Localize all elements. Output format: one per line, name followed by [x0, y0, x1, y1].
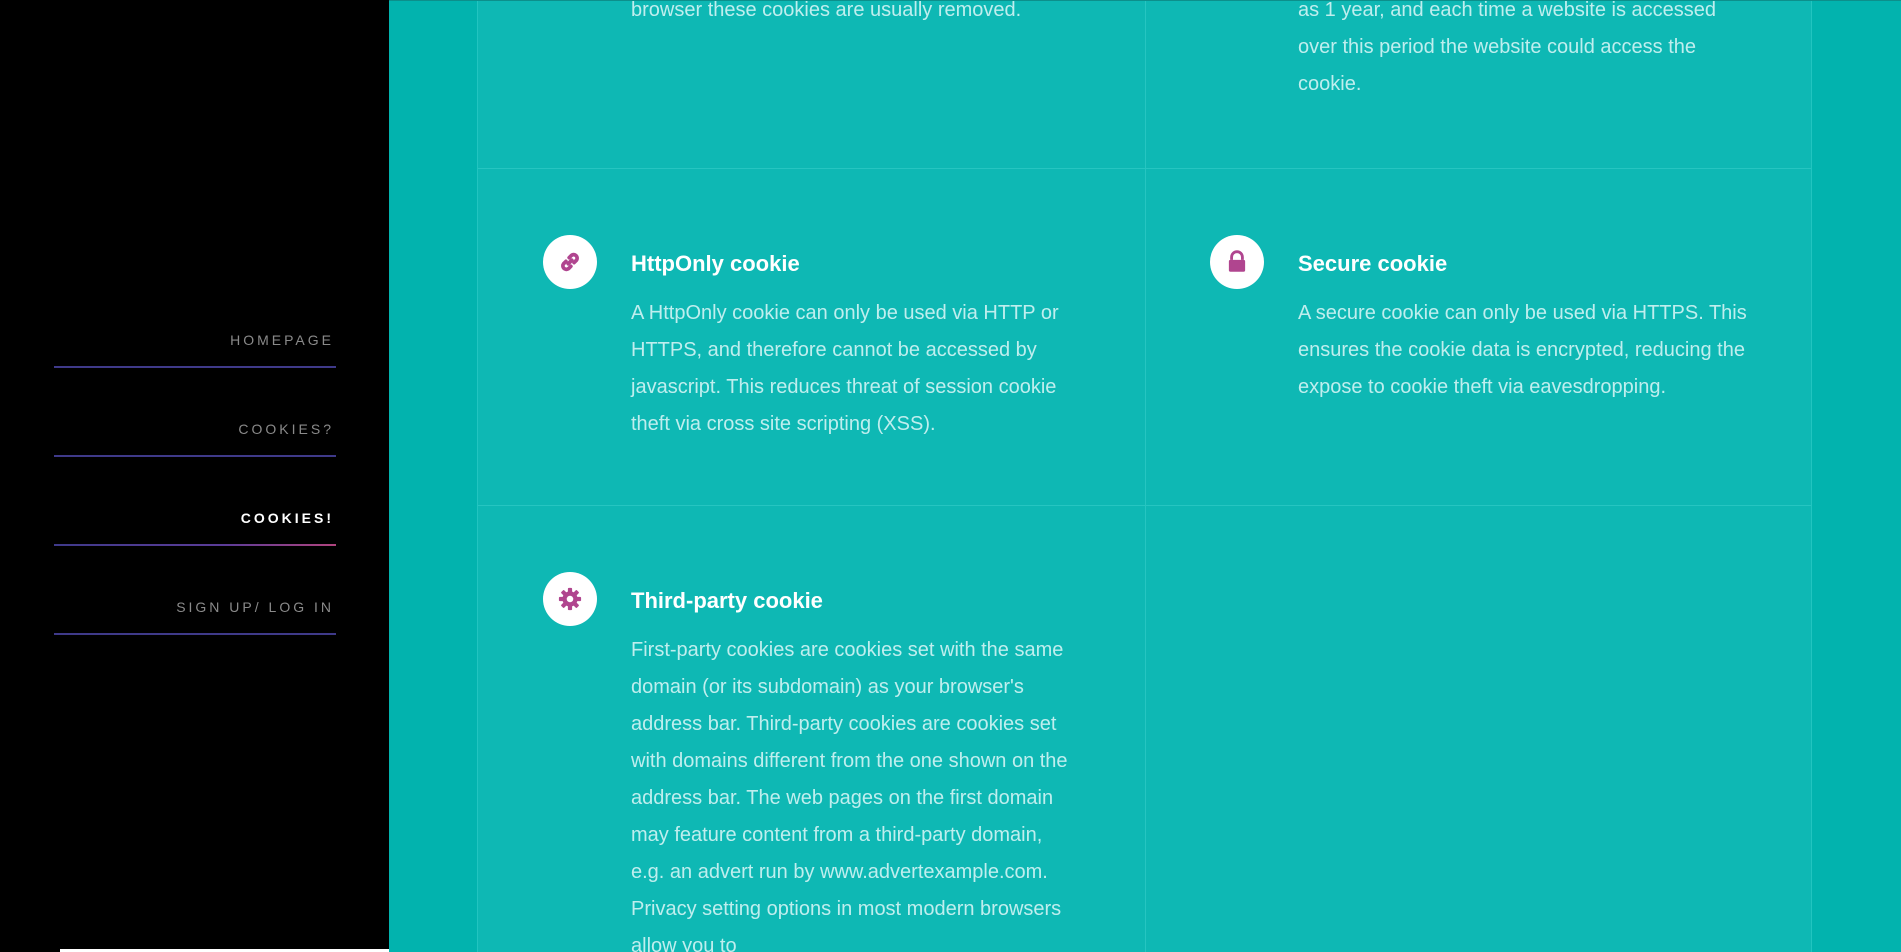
gear-icon [543, 572, 597, 626]
row-divider [478, 168, 1811, 169]
nav-underline [54, 455, 336, 457]
sidebar: HOMEPAGE COOKIES? COOKIES! SIGN UP/ LOG … [0, 0, 490, 952]
page: HOMEPAGE COOKIES? COOKIES! SIGN UP/ LOG … [0, 0, 1901, 952]
row-divider [478, 505, 1811, 506]
lock-icon [1210, 235, 1264, 289]
column-divider [1145, 1, 1146, 952]
card-description-partial: as 1 year, and each time a website is ac… [1298, 0, 1717, 95]
nav-item-cookies-question[interactable]: COOKIES? [54, 401, 336, 490]
nav-underline [54, 633, 336, 635]
nav-underline [54, 544, 336, 546]
nav-item-label: COOKIES? [238, 421, 334, 437]
nav-item-homepage[interactable]: HOMEPAGE [54, 312, 336, 401]
card-title: Secure cookie [1298, 251, 1448, 276]
card-description: A secure cookie can only be used via HTT… [1298, 302, 1747, 398]
card-title: Third-party cookie [631, 588, 823, 613]
nav-item-cookies-exclaim[interactable]: COOKIES! [54, 490, 336, 579]
card-description: First-party cookies are cookies set with… [631, 639, 1068, 952]
nav-underline [54, 366, 336, 368]
sidebar-nav: HOMEPAGE COOKIES? COOKIES! SIGN UP/ LOG … [54, 312, 336, 668]
main-content: browser these cookies are usually remove… [389, 0, 1901, 952]
nav-item-label: COOKIES! [240, 510, 334, 526]
card-description-partial: browser these cookies are usually remove… [631, 0, 1022, 21]
card-title: HttpOnly cookie [631, 251, 800, 276]
nav-item-label: SIGN UP/ LOG IN [176, 599, 334, 615]
nav-item-sign-up-log-in[interactable]: SIGN UP/ LOG IN [54, 579, 336, 668]
link-icon [543, 235, 597, 289]
nav-item-label: HOMEPAGE [230, 332, 334, 348]
cookie-types-grid: browser these cookies are usually remove… [477, 0, 1812, 952]
card-description: A HttpOnly cookie can only be used via H… [631, 302, 1059, 435]
